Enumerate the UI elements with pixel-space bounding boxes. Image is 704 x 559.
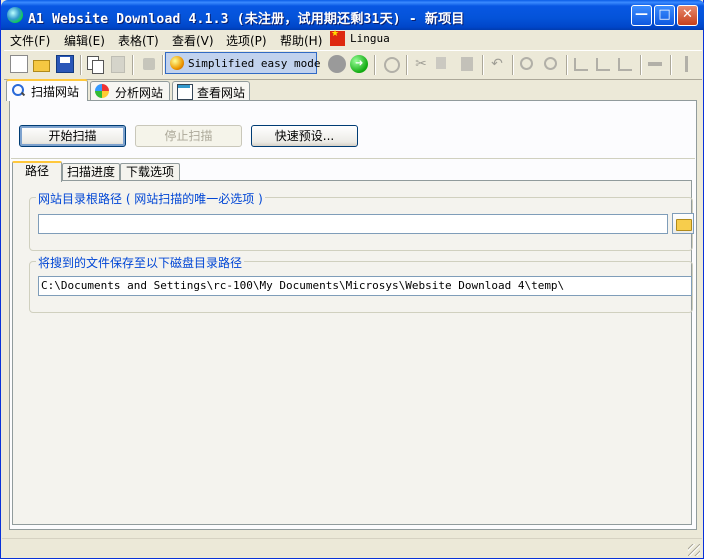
easy-mode-icon xyxy=(170,56,184,70)
toolbar-separator xyxy=(482,55,484,75)
title-bar[interactable]: A1 Website Download 4.1.3 (未注册，试用期还剩31天)… xyxy=(1,0,704,30)
menu-view[interactable]: 查看(V) xyxy=(172,32,214,49)
status-bar xyxy=(2,538,702,558)
record-icon[interactable] xyxy=(328,55,346,73)
start-scan-button[interactable]: 开始扫描 xyxy=(19,125,126,147)
go-icon[interactable]: ➜ xyxy=(350,55,368,73)
subtab-scan-progress[interactable]: 扫描进度 xyxy=(62,163,120,181)
toolbar-separator xyxy=(670,55,672,75)
menu-file[interactable]: 文件(F) xyxy=(10,32,50,49)
scan-icon xyxy=(11,83,26,97)
analyze-icon xyxy=(95,84,109,98)
scan-sub-tab-strip: 路径 扫描进度 下载选项 xyxy=(10,161,696,182)
paste-project-icon[interactable] xyxy=(108,55,126,73)
folder-icon xyxy=(676,219,692,231)
toolbar-separator xyxy=(162,55,164,75)
find-icon[interactable] xyxy=(518,55,536,73)
cut-icon[interactable]: ✂ xyxy=(412,55,430,73)
toolbar-separator xyxy=(640,55,642,75)
tab-analyze-label: 分析网站 xyxy=(115,86,164,100)
tab-view-label: 查看网站 xyxy=(197,86,246,100)
subtab-download-options[interactable]: 下载选项 xyxy=(120,163,180,181)
toolbar-separator xyxy=(512,55,514,75)
menu-lingua[interactable]: Lingua xyxy=(350,32,390,45)
paths-panel: 网站目录根路径 ( 网站扫描的唯一必选项 ) 将搜到的文件保存至以下磁盘目录路径… xyxy=(12,180,694,525)
easy-mode-label: Simplified easy mode xyxy=(188,57,321,70)
browse-root-button[interactable] xyxy=(672,213,694,234)
menu-table[interactable]: 表格(T) xyxy=(118,32,159,49)
toolbar-separator xyxy=(80,55,82,75)
root-path-title: 网站目录根路径 ( 网站扫描的唯一必选项 ) xyxy=(36,190,265,207)
copy-icon[interactable] xyxy=(434,55,452,73)
paste-icon[interactable] xyxy=(458,55,476,73)
minimize-button[interactable]: — xyxy=(631,5,652,26)
move-icon[interactable] xyxy=(646,55,664,73)
resize-grip-icon[interactable] xyxy=(688,544,700,556)
root-path-input[interactable] xyxy=(38,214,668,234)
action-button-row: 开始扫描 停止扫描 快速预设... xyxy=(11,102,695,159)
toolbar-separator xyxy=(406,55,408,75)
tree-collapse-icon[interactable] xyxy=(572,55,590,73)
new-file-icon[interactable] xyxy=(10,55,28,73)
quick-presets-button[interactable]: 快速预设... xyxy=(251,125,358,147)
tree-expand-icon[interactable] xyxy=(594,55,612,73)
menu-help[interactable]: 帮助(H) xyxy=(280,32,322,49)
save-path-title: 将搜到的文件保存至以下磁盘目录路径 xyxy=(36,254,245,271)
close-button[interactable]: ✕ xyxy=(677,5,698,26)
save-path-group: 将搜到的文件保存至以下磁盘目录路径 C:\Documents and Setti… xyxy=(29,254,693,313)
stop-scan-button[interactable]: 停止扫描 xyxy=(135,125,242,147)
subtab-paths[interactable]: 路径 xyxy=(12,161,62,182)
menu-options[interactable]: 选项(P) xyxy=(226,32,267,49)
main-tab-strip: 扫描网站 分析网站 查看网站 xyxy=(1,79,704,101)
split-icon[interactable] xyxy=(678,55,696,73)
window-title: A1 Website Download 4.1.3 (未注册，试用期还剩31天)… xyxy=(28,12,465,27)
toolbar: ➜ ✂ ↶ xyxy=(4,50,702,80)
clean-icon[interactable] xyxy=(140,55,158,73)
save-path-input[interactable]: C:\Documents and Settings\rc-100\My Docu… xyxy=(38,276,692,296)
tab-scan-website[interactable]: 扫描网站 xyxy=(6,79,88,101)
copy-project-icon[interactable] xyxy=(86,55,104,74)
undo-icon[interactable]: ↶ xyxy=(488,55,506,73)
menu-edit[interactable]: 编辑(E) xyxy=(64,32,105,49)
scan-website-panel: 开始扫描 停止扫描 快速预设... 路径 扫描进度 下载选项 网站目录根路径 (… xyxy=(9,100,697,530)
view-icon xyxy=(177,84,193,100)
toolbar-separator xyxy=(566,55,568,75)
open-folder-icon[interactable] xyxy=(32,55,50,73)
app-window: A1 Website Download 4.1.3 (未注册，试用期还剩31天)… xyxy=(0,0,704,559)
app-globe-icon xyxy=(7,7,23,23)
toolbar-separator xyxy=(374,55,376,75)
find-next-icon[interactable] xyxy=(542,55,560,73)
easy-mode-toggle[interactable]: Simplified easy mode xyxy=(165,52,321,74)
maximize-button[interactable]: □ xyxy=(654,5,675,26)
tab-view-website[interactable]: 查看网站 xyxy=(172,81,250,100)
tab-analyze-website[interactable]: 分析网站 xyxy=(90,81,170,100)
tab-scan-label: 扫描网站 xyxy=(31,85,80,99)
refresh-icon[interactable] xyxy=(382,55,400,73)
save-icon[interactable] xyxy=(56,55,74,73)
tree-select-icon[interactable] xyxy=(616,55,634,73)
root-path-group: 网站目录根路径 ( 网站扫描的唯一必选项 ) xyxy=(29,190,694,251)
toolbar-separator xyxy=(132,55,134,75)
china-flag-icon[interactable] xyxy=(330,29,345,46)
